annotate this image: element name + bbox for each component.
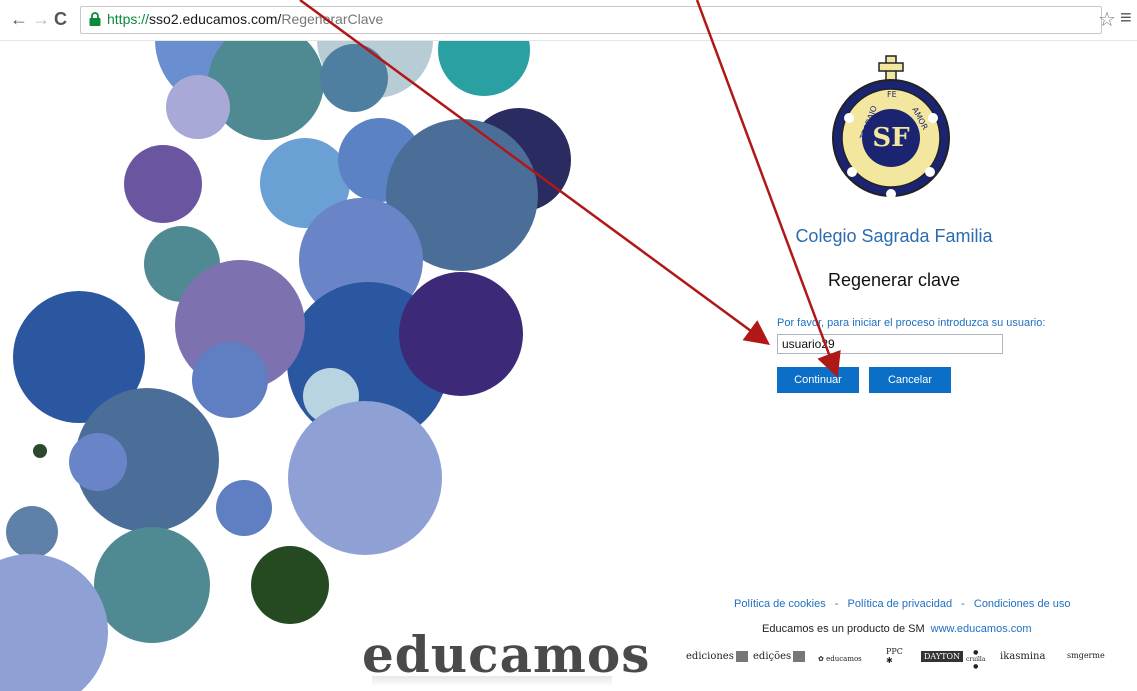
terms-link[interactable]: Condiciones de uso — [974, 598, 1071, 610]
svg-text:FE: FE — [887, 90, 897, 99]
footer-separator: - — [834, 598, 839, 610]
partner-logo: PPC ✱ — [886, 647, 903, 665]
footer-separator: - — [961, 598, 965, 610]
partner-logo: smgerme — [1067, 651, 1105, 660]
partner-logo: ✿ educamos — [818, 655, 862, 663]
reload-button[interactable]: C — [54, 9, 67, 29]
svg-text:SF: SF — [872, 123, 910, 153]
lock-icon — [89, 12, 101, 26]
partner-logo: DAYTON — [921, 651, 964, 662]
menu-icon[interactable]: ≡ — [1120, 7, 1132, 30]
continue-button[interactable]: Continuar — [777, 367, 859, 393]
partner-logo: edições — [753, 651, 806, 662]
url-text: https://sso2.educamos.com/RegenerarClave — [107, 11, 384, 27]
partner-logo: ediciones — [686, 651, 748, 662]
forward-button[interactable]: → — [32, 9, 50, 29]
browser-toolbar: ← → C https://sso2.educamos.com/Regenera… — [0, 0, 1137, 41]
partner-logo: ikasmina — [1000, 651, 1046, 662]
footer-links: Política de cookies - Política de privac… — [734, 598, 1071, 610]
school-emblem: SF TRABAJO FE AMOR — [832, 55, 950, 199]
username-prompt: Por favor, para iniciar el proceso intro… — [777, 317, 1046, 329]
privacy-policy-link[interactable]: Política de privacidad — [848, 598, 953, 610]
product-text: Educamos es un producto de SM — [762, 623, 925, 635]
page-title: Regenerar clave — [827, 270, 961, 290]
cookies-policy-link[interactable]: Política de cookies — [734, 598, 826, 610]
partner-logo: ● cruilla ● — [966, 649, 986, 670]
product-line: Educamos es un producto de SM www.educamo… — [762, 623, 1032, 635]
logo-reflection — [372, 676, 612, 686]
back-button[interactable]: ← — [10, 9, 28, 29]
address-bar[interactable]: https://sso2.educamos.com/RegenerarClave — [80, 6, 1102, 34]
star-icon[interactable]: ☆ — [1098, 7, 1116, 32]
school-name: Colegio Sagrada Familia — [795, 226, 993, 246]
decorative-bubbles — [0, 41, 571, 691]
educamos-link[interactable]: www.educamos.com — [931, 623, 1032, 635]
cancel-button[interactable]: Cancelar — [869, 367, 951, 393]
username-input[interactable] — [777, 334, 1003, 354]
